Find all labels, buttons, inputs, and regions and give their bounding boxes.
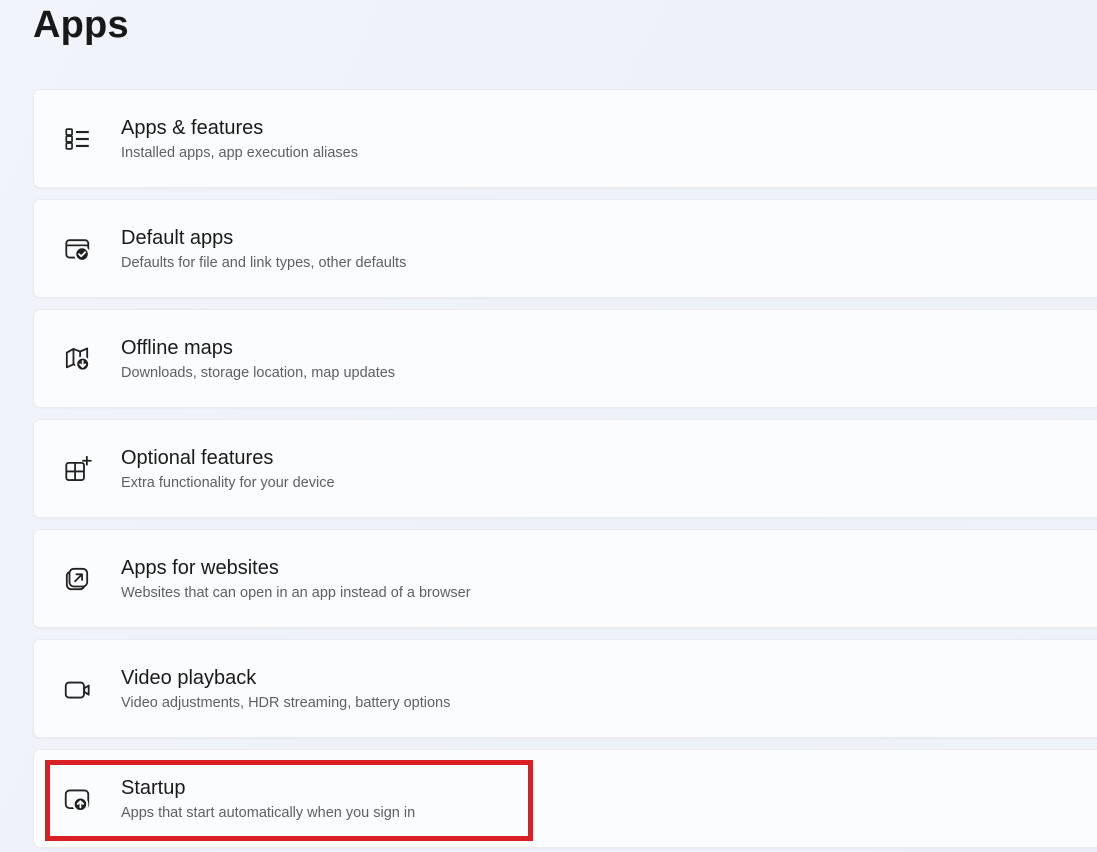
settings-item-label: Video playback — [121, 665, 450, 691]
settings-item-apps-features[interactable]: Apps & features Installed apps, app exec… — [33, 89, 1097, 188]
settings-item-video-playback[interactable]: Video playback Video adjustments, HDR st… — [33, 639, 1097, 738]
settings-item-description: Defaults for file and link types, other … — [121, 254, 406, 273]
apps-for-websites-external-icon — [62, 564, 92, 594]
settings-item-description: Websites that can open in an app instead… — [121, 584, 471, 603]
settings-item-label: Optional features — [121, 445, 335, 471]
optional-features-grid-plus-icon — [62, 454, 92, 484]
settings-item-offline-maps[interactable]: Offline maps Downloads, storage location… — [33, 309, 1097, 408]
settings-item-description: Extra functionality for your device — [121, 474, 335, 493]
settings-item-label: Apps for websites — [121, 555, 471, 581]
startup-arrow-icon — [62, 784, 92, 814]
settings-item-description: Installed apps, app execution aliases — [121, 144, 358, 163]
settings-card-list: Apps & features Installed apps, app exec… — [33, 89, 1097, 852]
settings-item-description: Video adjustments, HDR streaming, batter… — [121, 694, 450, 713]
settings-item-startup[interactable]: Startup Apps that start automatically wh… — [33, 749, 1097, 848]
apps-features-list-icon — [62, 124, 92, 154]
offline-maps-download-icon — [62, 344, 92, 374]
settings-item-label: Apps & features — [121, 115, 358, 141]
settings-item-label: Startup — [121, 775, 415, 801]
settings-item-optional-features[interactable]: Optional features Extra functionality fo… — [33, 419, 1097, 518]
settings-item-label: Default apps — [121, 225, 406, 251]
default-apps-window-check-icon — [62, 234, 92, 264]
settings-item-description: Downloads, storage location, map updates — [121, 364, 395, 383]
settings-item-default-apps[interactable]: Default apps Defaults for file and link … — [33, 199, 1097, 298]
settings-item-description: Apps that start automatically when you s… — [121, 804, 415, 823]
page-title: Apps — [33, 0, 129, 50]
settings-item-label: Offline maps — [121, 335, 395, 361]
video-playback-camera-icon — [62, 674, 92, 704]
settings-item-apps-for-websites[interactable]: Apps for websites Websites that can open… — [33, 529, 1097, 628]
